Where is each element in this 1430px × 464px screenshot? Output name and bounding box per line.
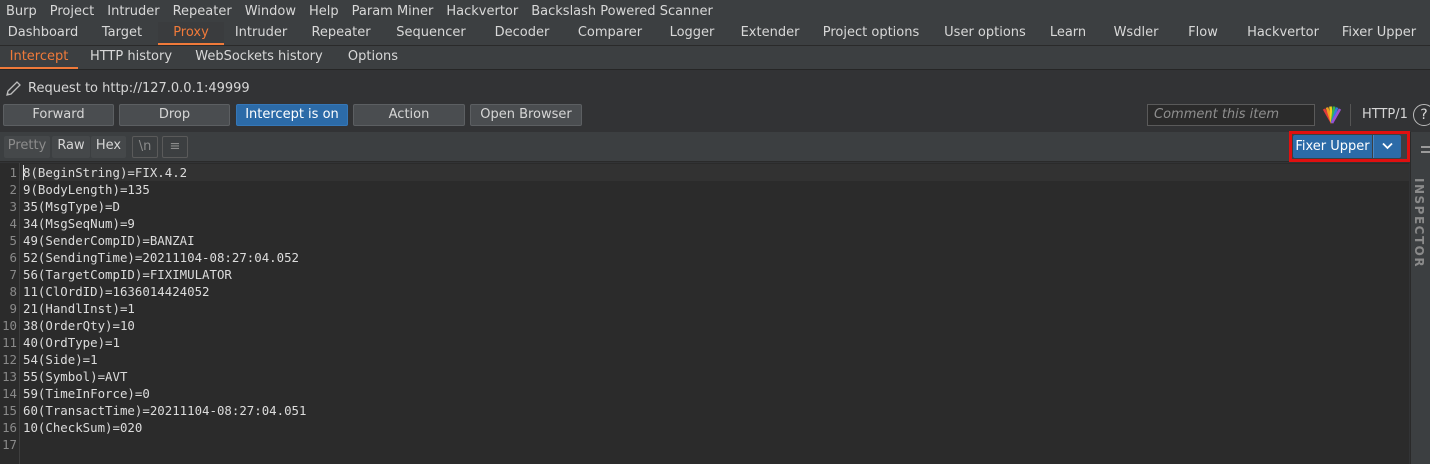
- pretty-view-button[interactable]: Pretty: [4, 136, 50, 158]
- editor-line[interactable]: 40(OrdType)=1: [23, 334, 120, 351]
- tab-comparer[interactable]: Comparer: [566, 22, 654, 45]
- editor-line[interactable]: 38(OrderQty)=10: [23, 317, 135, 334]
- open-browser-button[interactable]: Open Browser: [470, 104, 582, 126]
- line-number: 5: [9, 233, 17, 248]
- line-number: 3: [9, 199, 17, 214]
- tab-websockets-history[interactable]: WebSockets history: [184, 46, 334, 69]
- pencil-icon: [6, 81, 21, 96]
- editor-line[interactable]: 49(SenderCompID)=BANZAI: [23, 232, 195, 249]
- editor-line[interactable]: 52(SendingTime)=20211104-08:27:04.052: [23, 249, 299, 266]
- line-number: 13: [2, 369, 17, 384]
- line-number: 12: [2, 352, 17, 367]
- editor-line[interactable]: 9(BodyLength)=135: [23, 181, 150, 198]
- menu-repeater[interactable]: Repeater: [173, 4, 240, 19]
- editor-line[interactable]: 55(Symbol)=AVT: [23, 368, 127, 385]
- request-info: Request to http://127.0.0.1:49999: [0, 76, 250, 100]
- tab-decoder[interactable]: Decoder: [478, 22, 566, 45]
- line-number: 10: [2, 318, 17, 333]
- action-button[interactable]: Action: [353, 104, 465, 126]
- editor-toolbar: [0, 132, 1409, 162]
- line-number: 6: [9, 250, 17, 265]
- http-version-label[interactable]: HTTP/1: [1362, 105, 1408, 125]
- editor-line[interactable]: 10(CheckSum)=020: [23, 419, 142, 436]
- tab-target[interactable]: Target: [86, 22, 158, 45]
- tab-flow[interactable]: Flow: [1174, 22, 1232, 45]
- editor-line[interactable]: 60(TransactTime)=20211104-08:27:04.051: [23, 402, 306, 419]
- menu-backslash-powered-scanner[interactable]: Backslash Powered Scanner: [531, 4, 721, 19]
- inspector-sidebar[interactable]: INSPECTOR: [1410, 132, 1430, 464]
- line-number: 15: [2, 403, 17, 418]
- comment-input[interactable]: Comment this item: [1147, 104, 1315, 126]
- menu-burp[interactable]: Burp: [6, 4, 45, 19]
- editor-line[interactable]: 54(Side)=1: [23, 351, 98, 368]
- raw-view-button[interactable]: Raw: [52, 136, 90, 158]
- tab-intruder[interactable]: Intruder: [224, 22, 298, 45]
- fixer-upper-dropdown[interactable]: [1373, 135, 1401, 158]
- editor-line[interactable]: 34(MsgSeqNum)=9: [23, 215, 135, 232]
- line-number: 11: [2, 335, 17, 350]
- editor-menu-button[interactable]: ≡: [162, 136, 188, 158]
- tab-proxy[interactable]: Proxy: [158, 22, 224, 45]
- menu-project[interactable]: Project: [50, 4, 102, 19]
- menu-param-miner[interactable]: Param Miner: [352, 4, 442, 19]
- tab-fixer-upper[interactable]: Fixer Upper: [1334, 22, 1424, 45]
- tab-dashboard[interactable]: Dashboard: [0, 22, 86, 45]
- line-number: 1: [9, 165, 17, 180]
- tab-learn[interactable]: Learn: [1038, 22, 1098, 45]
- tab-intercept[interactable]: Intercept: [0, 46, 78, 69]
- text-caret: [23, 165, 24, 180]
- tab-options[interactable]: Options: [334, 46, 412, 69]
- tab-repeater[interactable]: Repeater: [298, 22, 384, 45]
- tab-wsdler[interactable]: Wsdler: [1098, 22, 1174, 45]
- tab-logger[interactable]: Logger: [654, 22, 730, 45]
- editor-line[interactable]: 8(BeginString)=FIX.4.2: [23, 164, 187, 181]
- newline-toggle-button[interactable]: \n: [132, 136, 158, 158]
- line-number: 17: [2, 437, 17, 452]
- menu-bar: Burp Project Intruder Repeater Window He…: [0, 0, 1430, 22]
- tab-user-options[interactable]: User options: [932, 22, 1038, 45]
- line-number: 14: [2, 386, 17, 401]
- line-number: 4: [9, 216, 17, 231]
- menu-help[interactable]: Help: [309, 4, 347, 19]
- menu-window[interactable]: Window: [245, 4, 304, 19]
- tab-hackvertor[interactable]: Hackvertor: [1232, 22, 1334, 45]
- intercept-toggle-button[interactable]: Intercept is on: [236, 104, 348, 126]
- menu-hackvertor[interactable]: Hackvertor: [446, 4, 526, 19]
- tab-extender[interactable]: Extender: [730, 22, 810, 45]
- main-tab-bar: Dashboard Target Proxy Intruder Repeater…: [0, 22, 1430, 46]
- highlight-color-icon[interactable]: [1322, 105, 1342, 125]
- tab-sequencer[interactable]: Sequencer: [384, 22, 478, 45]
- toolbar-divider: [1350, 104, 1351, 126]
- request-target: Request to http://127.0.0.1:49999: [28, 80, 250, 96]
- line-number: 16: [2, 420, 17, 435]
- hex-view-button[interactable]: Hex: [91, 136, 126, 158]
- forward-button[interactable]: Forward: [3, 104, 114, 126]
- inspector-toggle-icon[interactable]: [1421, 146, 1430, 156]
- tab-project-options[interactable]: Project options: [810, 22, 932, 45]
- editor-line[interactable]: 21(HandlInst)=1: [23, 300, 135, 317]
- fixer-upper-button[interactable]: Fixer Upper: [1293, 135, 1372, 158]
- inspector-label[interactable]: INSPECTOR: [1412, 178, 1426, 268]
- editor-line[interactable]: 11(ClOrdID)=1636014424052: [23, 283, 210, 300]
- line-number: 9: [9, 301, 17, 316]
- editor-line[interactable]: 56(TargetCompID)=FIXIMULATOR: [23, 266, 232, 283]
- help-icon[interactable]: ?: [1413, 104, 1430, 126]
- line-number: 8: [9, 284, 17, 299]
- tab-http-history[interactable]: HTTP history: [78, 46, 184, 69]
- line-number: 2: [9, 182, 17, 197]
- current-line-highlight: [21, 164, 1409, 181]
- proxy-sub-tab-bar: Intercept HTTP history WebSockets histor…: [0, 46, 1430, 70]
- drop-button[interactable]: Drop: [119, 104, 230, 126]
- editor-line[interactable]: 35(MsgType)=D: [23, 198, 120, 215]
- editor-line[interactable]: 59(TimeInForce)=0: [23, 385, 150, 402]
- message-editor[interactable]: 1 8(BeginString)=FIX.4.2 2 9(BodyLength)=13…: [0, 163, 1409, 464]
- chevron-down-icon: [1382, 142, 1393, 150]
- line-number: 7: [9, 267, 17, 282]
- menu-intruder[interactable]: Intruder: [107, 4, 167, 19]
